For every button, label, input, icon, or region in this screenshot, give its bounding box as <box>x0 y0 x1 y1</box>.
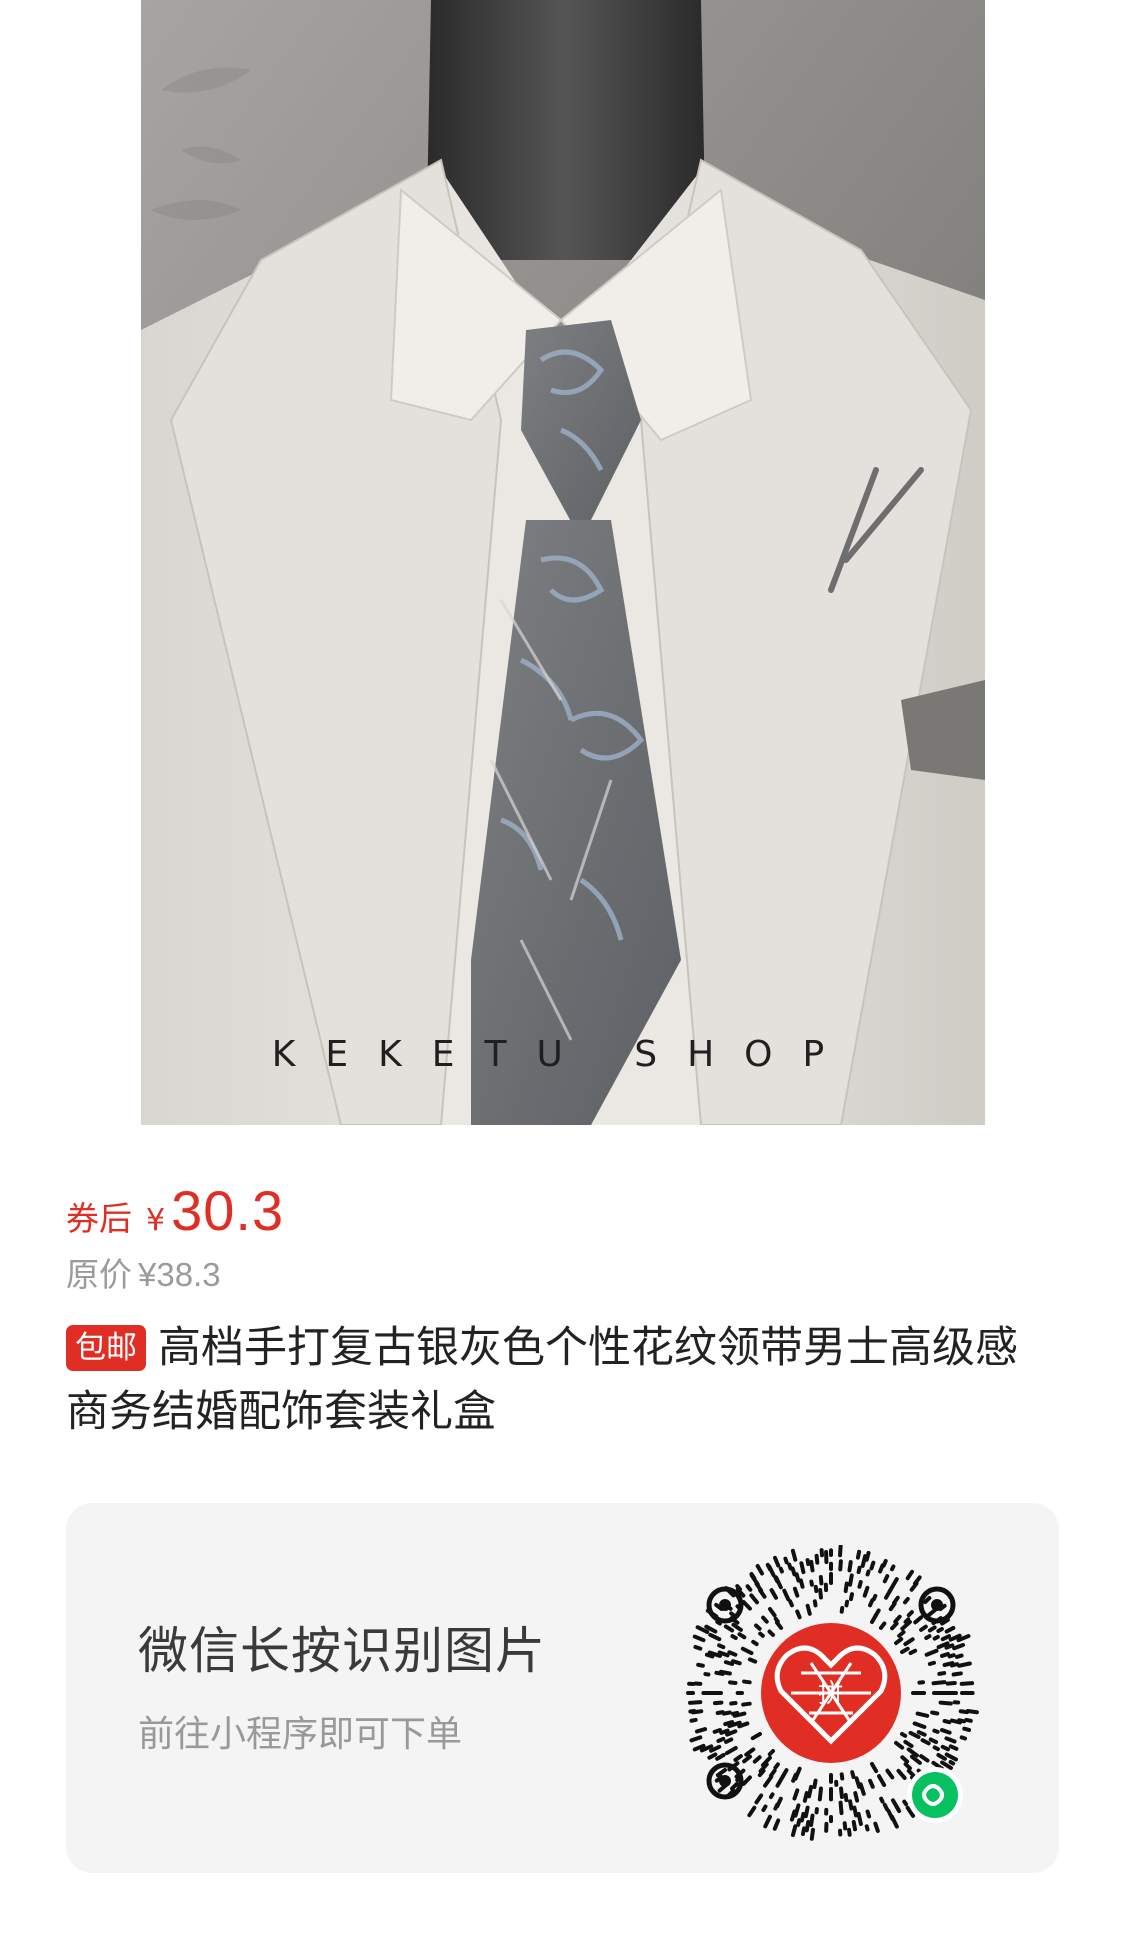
coupon-price: 券后 ¥ 30.3 <box>66 1178 284 1248</box>
original-price: 原价 ¥38.3 <box>66 1248 221 1296</box>
coupon-price-value: 30.3 <box>171 1179 285 1242</box>
product-title-text: 高档手打复古银灰色个性花纹领带男士高级感商务结婚配饰套装礼盒 <box>66 1323 1018 1437</box>
mini-program-card[interactable]: 微信长按识别图片 前往小程序即可下单 拼 <box>66 1503 1059 1873</box>
mini-program-qr-code[interactable]: 拼 <box>683 1544 979 1841</box>
original-price-value: ¥38.3 <box>138 1256 221 1293</box>
card-title: 微信长按识别图片 <box>138 1622 546 1680</box>
original-price-label: 原价 <box>66 1255 132 1294</box>
card-subtitle: 前往小程序即可下单 <box>138 1714 463 1755</box>
product-photo[interactable]: KEKETU SHOP <box>141 0 985 1125</box>
product-image-area: KEKETU SHOP <box>0 0 1125 1125</box>
share-poster: KEKETU SHOP 券后 ¥ 30.3 原价 ¥38.3 包邮 高档手打复古银灰… <box>0 0 1125 1959</box>
coupon-price-label: 券后 <box>66 1199 132 1238</box>
watermark-text: KEKETU SHOP <box>271 1034 855 1075</box>
qr-code-graphic: 拼 <box>686 1544 979 1841</box>
tie-suit-illustration <box>141 0 985 1125</box>
currency-symbol: ¥ <box>146 1203 166 1238</box>
svg-text:拼: 拼 <box>818 1679 844 1709</box>
product-title: 包邮 高档手打复古银灰色个性花纹领带男士高级感商务结婚配饰套装礼盒 <box>66 1316 1056 1444</box>
free-shipping-badge: 包邮 <box>66 1325 146 1371</box>
